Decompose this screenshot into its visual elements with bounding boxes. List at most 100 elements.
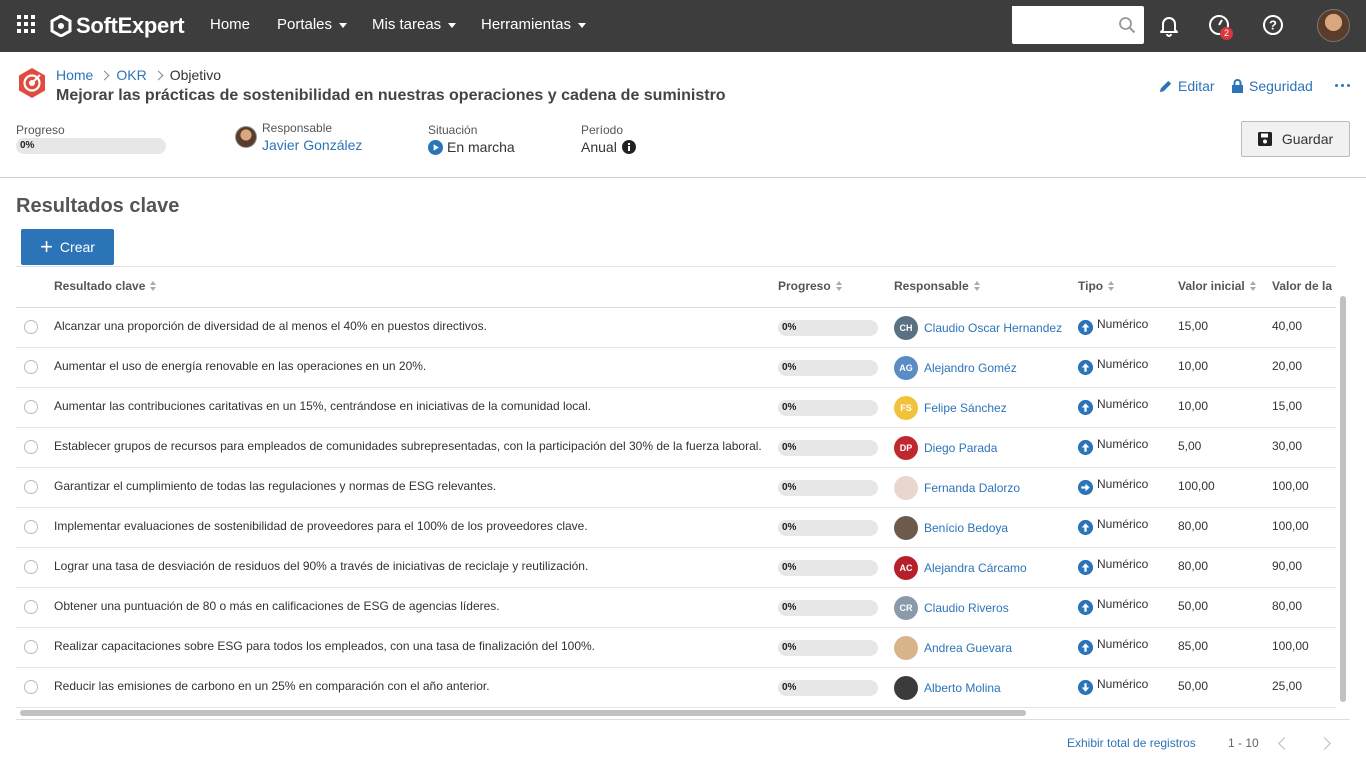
chevron-left-icon[interactable] — [1278, 737, 1291, 750]
security-button[interactable]: Seguridad — [1231, 78, 1313, 94]
owner-avatar: FS — [894, 396, 918, 420]
more-options-icon[interactable] — [1335, 84, 1350, 87]
vertical-scrollbar[interactable] — [1340, 296, 1346, 702]
nav-portales[interactable]: Portales — [277, 16, 348, 33]
page-range: 1 - 10 — [1228, 736, 1259, 750]
row-select-radio[interactable] — [24, 520, 38, 534]
row-select-radio[interactable] — [24, 680, 38, 694]
owner-link[interactable]: Alejandra Cárcamo — [924, 561, 1027, 575]
initial-value: 10,00 — [1178, 359, 1209, 373]
type-value: Numérico — [1097, 317, 1149, 331]
direction-arrow-icon — [1078, 520, 1093, 535]
column-header-type[interactable]: Tipo — [1078, 279, 1115, 293]
owner-link[interactable]: Fernanda Dalorzo — [924, 481, 1020, 495]
search-icon[interactable] — [1118, 16, 1136, 34]
chevron-right-icon — [99, 70, 110, 80]
key-result-name[interactable]: Obtener una puntuación de 80 o más en ca… — [54, 599, 500, 613]
save-button[interactable]: Guardar — [1241, 121, 1350, 157]
table-row[interactable]: Alcanzar una proporción de diversidad de… — [16, 308, 1336, 348]
table-row[interactable]: Establecer grupos de recursos para emple… — [16, 428, 1336, 468]
breadcrumb-okr[interactable]: OKR — [116, 67, 146, 83]
direction-arrow-icon — [1078, 680, 1093, 695]
breadcrumb-home[interactable]: Home — [56, 67, 93, 83]
goal-value: 40,00 — [1272, 319, 1303, 333]
lock-icon — [1232, 78, 1243, 93]
owner-avatar: AC — [894, 556, 918, 580]
table-row[interactable]: Implementar evaluaciones de sostenibilid… — [16, 508, 1336, 548]
table-row[interactable]: Aumentar el uso de energía renovable en … — [16, 348, 1336, 388]
nav-home[interactable]: Home — [210, 16, 250, 33]
owner-avatar — [235, 126, 257, 148]
row-select-radio[interactable] — [24, 480, 38, 494]
show-total-records-link[interactable]: Exhibir total de registros — [1067, 736, 1196, 750]
column-header-progress[interactable]: Progreso — [778, 279, 843, 293]
column-header-owner[interactable]: Responsable — [894, 279, 981, 293]
key-result-name[interactable]: Garantizar el cumplimiento de todas las … — [54, 479, 496, 493]
row-progress-bar: 0% — [778, 560, 878, 576]
row-select-radio[interactable] — [24, 320, 38, 334]
key-result-name[interactable]: Establecer grupos de recursos para emple… — [54, 439, 762, 453]
nav-mis-tareas[interactable]: Mis tareas — [372, 16, 457, 33]
row-progress-bar: 0% — [778, 440, 878, 456]
edit-button[interactable]: Editar — [1158, 78, 1215, 94]
key-result-name[interactable]: Aumentar las contribuciones caritativas … — [54, 399, 591, 413]
bell-icon[interactable] — [1157, 13, 1181, 37]
table-row[interactable]: Obtener una puntuación de 80 o más en ca… — [16, 588, 1336, 628]
table-row[interactable]: Garantizar el cumplimiento de todas las … — [16, 468, 1336, 508]
table-row[interactable]: Reducir las emisiones de carbono en un 2… — [16, 668, 1336, 708]
initial-value: 100,00 — [1178, 479, 1215, 493]
key-result-name[interactable]: Aumentar el uso de energía renovable en … — [54, 359, 426, 373]
row-select-radio[interactable] — [24, 360, 38, 374]
column-header-initial[interactable]: Valor inicial — [1178, 279, 1257, 293]
info-icon[interactable] — [621, 140, 636, 154]
create-button[interactable]: + Crear — [21, 229, 114, 265]
owner-link[interactable]: Alejandro Goméz — [924, 361, 1017, 375]
table-row[interactable]: Lograr una tasa de desviación de residuo… — [16, 548, 1336, 588]
initial-value: 10,00 — [1178, 399, 1209, 413]
row-select-radio[interactable] — [24, 440, 38, 454]
help-icon[interactable]: ? — [1261, 13, 1285, 37]
owner-link[interactable]: Andrea Guevara — [924, 641, 1012, 655]
brand-name: SoftExpert — [76, 13, 185, 38]
chevron-right-icon[interactable] — [1318, 737, 1331, 750]
notification-badge: 2 — [1220, 27, 1233, 40]
horizontal-scrollbar[interactable] — [20, 710, 1026, 716]
key-result-name[interactable]: Realizar capacitaciones sobre ESG para t… — [54, 639, 595, 653]
owner-link[interactable]: Alberto Molina — [924, 681, 1001, 695]
search-box — [1012, 6, 1144, 44]
type-value: Numérico — [1097, 517, 1149, 531]
owner-link[interactable]: Felipe Sánchez — [924, 401, 1007, 415]
key-result-name[interactable]: Implementar evaluaciones de sostenibilid… — [54, 519, 588, 533]
brand-logo[interactable]: SoftExpert — [50, 12, 185, 40]
brand-logo-icon — [50, 15, 72, 37]
row-select-radio[interactable] — [24, 560, 38, 574]
row-select-radio[interactable] — [24, 400, 38, 414]
period-label: Período — [581, 123, 624, 137]
sort-icon — [1108, 281, 1115, 291]
owner-link[interactable]: Benício Bedoya — [924, 521, 1008, 535]
user-avatar[interactable] — [1317, 9, 1350, 42]
direction-arrow-icon — [1078, 320, 1093, 335]
key-result-name[interactable]: Alcanzar una proporción de diversidad de… — [54, 319, 487, 333]
column-header-goal[interactable]: Valor de la — [1272, 279, 1332, 293]
goal-value: 30,00 — [1272, 439, 1303, 453]
initial-value: 85,00 — [1178, 639, 1209, 653]
owner-link[interactable]: Claudio Oscar Hernandez — [924, 321, 1062, 335]
search-input[interactable] — [1012, 6, 1112, 42]
apps-grid-icon[interactable] — [17, 15, 35, 33]
owner-link[interactable]: Diego Parada — [924, 441, 997, 455]
row-progress-bar: 0% — [778, 320, 878, 336]
nav-herramientas[interactable]: Herramientas — [481, 16, 587, 33]
column-header-name[interactable]: Resultado clave — [54, 279, 157, 293]
goal-value: 25,00 — [1272, 679, 1303, 693]
initial-value: 15,00 — [1178, 319, 1209, 333]
owner-link[interactable]: Javier González — [262, 137, 362, 153]
owner-link[interactable]: Claudio Riveros — [924, 601, 1009, 615]
row-select-radio[interactable] — [24, 640, 38, 654]
table-row[interactable]: Aumentar las contribuciones caritativas … — [16, 388, 1336, 428]
row-select-radio[interactable] — [24, 600, 38, 614]
key-result-name[interactable]: Lograr una tasa de desviación de residuo… — [54, 559, 588, 573]
table-row[interactable]: Realizar capacitaciones sobre ESG para t… — [16, 628, 1336, 668]
plus-icon: + — [40, 234, 53, 259]
key-result-name[interactable]: Reducir las emisiones de carbono en un 2… — [54, 679, 490, 693]
